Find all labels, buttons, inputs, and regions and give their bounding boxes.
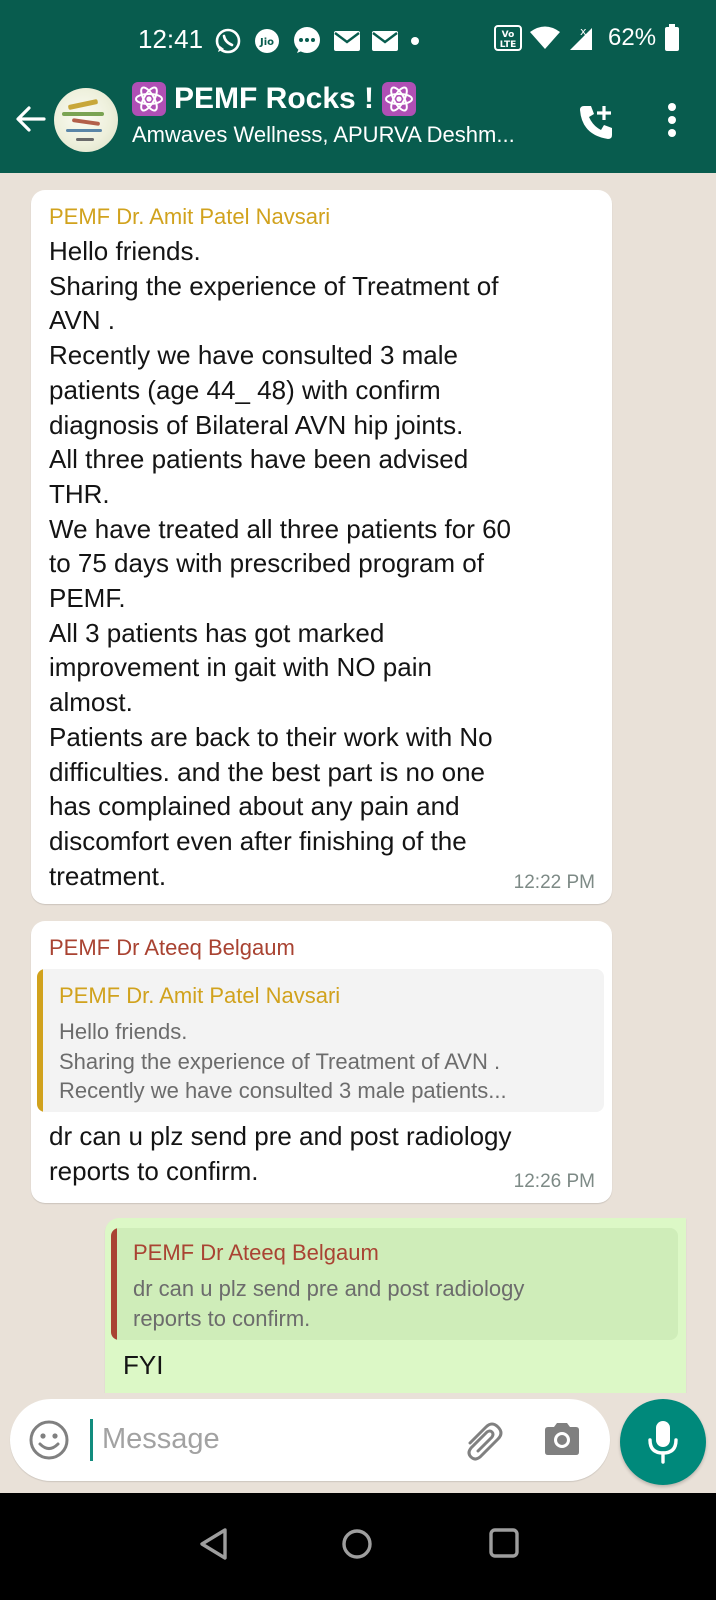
svg-text:Jio: Jio <box>259 37 274 48</box>
mail-icon <box>334 31 360 51</box>
attach-icon[interactable] <box>462 1421 506 1461</box>
camera-icon[interactable] <box>542 1421 582 1457</box>
atom-emoji-icon <box>382 82 417 116</box>
emoji-icon[interactable] <box>28 1419 70 1461</box>
message-field[interactable] <box>10 1399 610 1481</box>
quote-bar <box>111 1228 117 1340</box>
group-members: Amwaves Wellness, APURVA Deshm... <box>132 122 515 147</box>
voice-message-button[interactable] <box>620 1399 706 1485</box>
message-time: 12:26 PM <box>513 1171 595 1192</box>
status-time: 12:41 <box>138 24 204 54</box>
quoted-message[interactable]: PEMF Dr Ateeq Belgaum dr can u plz send … <box>111 1228 678 1340</box>
chat-header: PEMF Rocks ! Amwaves Wellness, APURVA De… <box>0 70 716 173</box>
signal-icon: x <box>570 25 592 50</box>
status-bar: 12:41 Jio Vo LTE x 62% <box>0 0 716 70</box>
battery-icon <box>665 24 680 51</box>
volte-icon: VoLTE <box>494 25 522 51</box>
dot-icon <box>411 37 419 45</box>
quoted-text: dr can u plz send pre and post radiology… <box>133 1276 525 1331</box>
jio-icon: Jio <box>255 29 279 53</box>
message-time: 12:22 PM <box>513 872 595 893</box>
quoted-sender: PEMF Dr Ateeq Belgaum <box>133 1240 379 1265</box>
quoted-sender: PEMF Dr. Amit Patel Navsari <box>59 983 341 1008</box>
message-bubble[interactable]: PEMF Dr Ateeq Belgaum PEMF Dr. Amit Pate… <box>31 921 612 1203</box>
mic-icon <box>648 1421 678 1464</box>
back-arrow-icon[interactable] <box>14 102 48 136</box>
message-text: Hello friends. Sharing the experience of… <box>49 236 512 891</box>
message-text: FYI <box>123 1350 164 1380</box>
nav-home-icon[interactable] <box>340 1527 374 1561</box>
group-title[interactable]: PEMF Rocks ! <box>132 82 515 116</box>
svg-text:x: x <box>580 25 587 38</box>
group-name: PEMF Rocks ! <box>174 82 375 115</box>
message-bubble[interactable]: PEMF Dr. Amit Patel Navsari Hello friend… <box>31 190 612 904</box>
svg-text:Vo: Vo <box>502 30 515 40</box>
quoted-message[interactable]: PEMF Dr. Amit Patel Navsari Hello friend… <box>37 969 604 1112</box>
outgoing-message-bubble[interactable]: PEMF Dr Ateeq Belgaum dr can u plz send … <box>105 1218 686 1393</box>
system-icons: Vo LTE x 62% <box>494 24 680 52</box>
atom-emoji-icon <box>132 82 166 116</box>
wifi-icon <box>530 26 560 49</box>
more-vert-icon[interactable] <box>666 102 678 138</box>
composer-bar <box>0 1393 716 1493</box>
message-input[interactable] <box>100 1415 434 1463</box>
notification-icons: Jio <box>214 26 420 56</box>
mail-icon <box>372 31 398 51</box>
quoted-text: Hello friends. Sharing the experience of… <box>59 1019 507 1103</box>
group-avatar[interactable] <box>54 88 118 152</box>
message-list[interactable]: PEMF Dr. Amit Patel Navsari Hello friend… <box>0 173 716 1393</box>
chat-icon <box>294 27 320 53</box>
message-sender[interactable]: PEMF Dr Ateeq Belgaum <box>49 935 295 961</box>
nav-recents-icon[interactable] <box>488 1527 520 1559</box>
quote-bar <box>37 969 43 1112</box>
whatsapp-icon <box>215 28 241 54</box>
svg-text:LTE: LTE <box>500 40 517 50</box>
group-info[interactable]: PEMF Rocks ! Amwaves Wellness, APURVA De… <box>132 82 515 148</box>
message-sender[interactable]: PEMF Dr. Amit Patel Navsari <box>49 204 330 230</box>
system-nav-bar <box>0 1493 716 1600</box>
nav-back-icon[interactable] <box>198 1527 230 1561</box>
battery-percent: 62% <box>608 24 657 51</box>
message-text: dr can u plz send pre and post radiology… <box>49 1121 512 1186</box>
text-caret <box>90 1419 93 1461</box>
add-call-icon[interactable] <box>576 102 616 142</box>
